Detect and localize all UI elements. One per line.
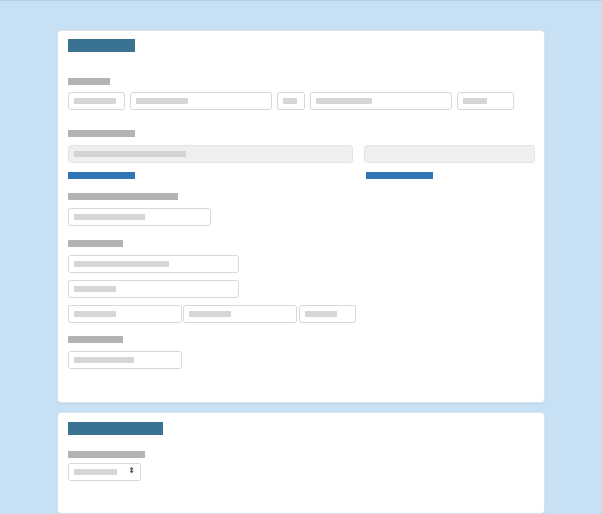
field-label xyxy=(68,78,110,85)
text-input[interactable] xyxy=(310,92,452,110)
disabled-input xyxy=(364,145,535,163)
field-label xyxy=(68,130,135,137)
disabled-input xyxy=(68,145,353,163)
field-label xyxy=(68,451,145,458)
text-input[interactable] xyxy=(299,305,356,323)
text-input[interactable] xyxy=(277,92,305,110)
select-dropdown[interactable]: ⬍ xyxy=(68,463,141,481)
section-title xyxy=(68,422,163,435)
form-card-1 xyxy=(57,30,545,403)
text-input[interactable] xyxy=(68,351,182,369)
text-input[interactable] xyxy=(68,305,182,323)
action-link[interactable] xyxy=(68,172,135,179)
field-label xyxy=(68,193,178,200)
field-label xyxy=(68,240,123,247)
page-top-border xyxy=(0,0,602,1)
action-link[interactable] xyxy=(366,172,433,179)
text-input[interactable] xyxy=(68,208,211,226)
text-input[interactable] xyxy=(457,92,514,110)
text-input[interactable] xyxy=(68,255,239,273)
text-input[interactable] xyxy=(68,280,239,298)
text-input[interactable] xyxy=(68,92,125,110)
text-input[interactable] xyxy=(130,92,272,110)
form-card-2: ⬍ xyxy=(57,412,545,514)
updown-caret-icon: ⬍ xyxy=(128,466,135,475)
text-input[interactable] xyxy=(183,305,297,323)
section-title xyxy=(68,39,135,52)
field-label xyxy=(68,336,123,343)
